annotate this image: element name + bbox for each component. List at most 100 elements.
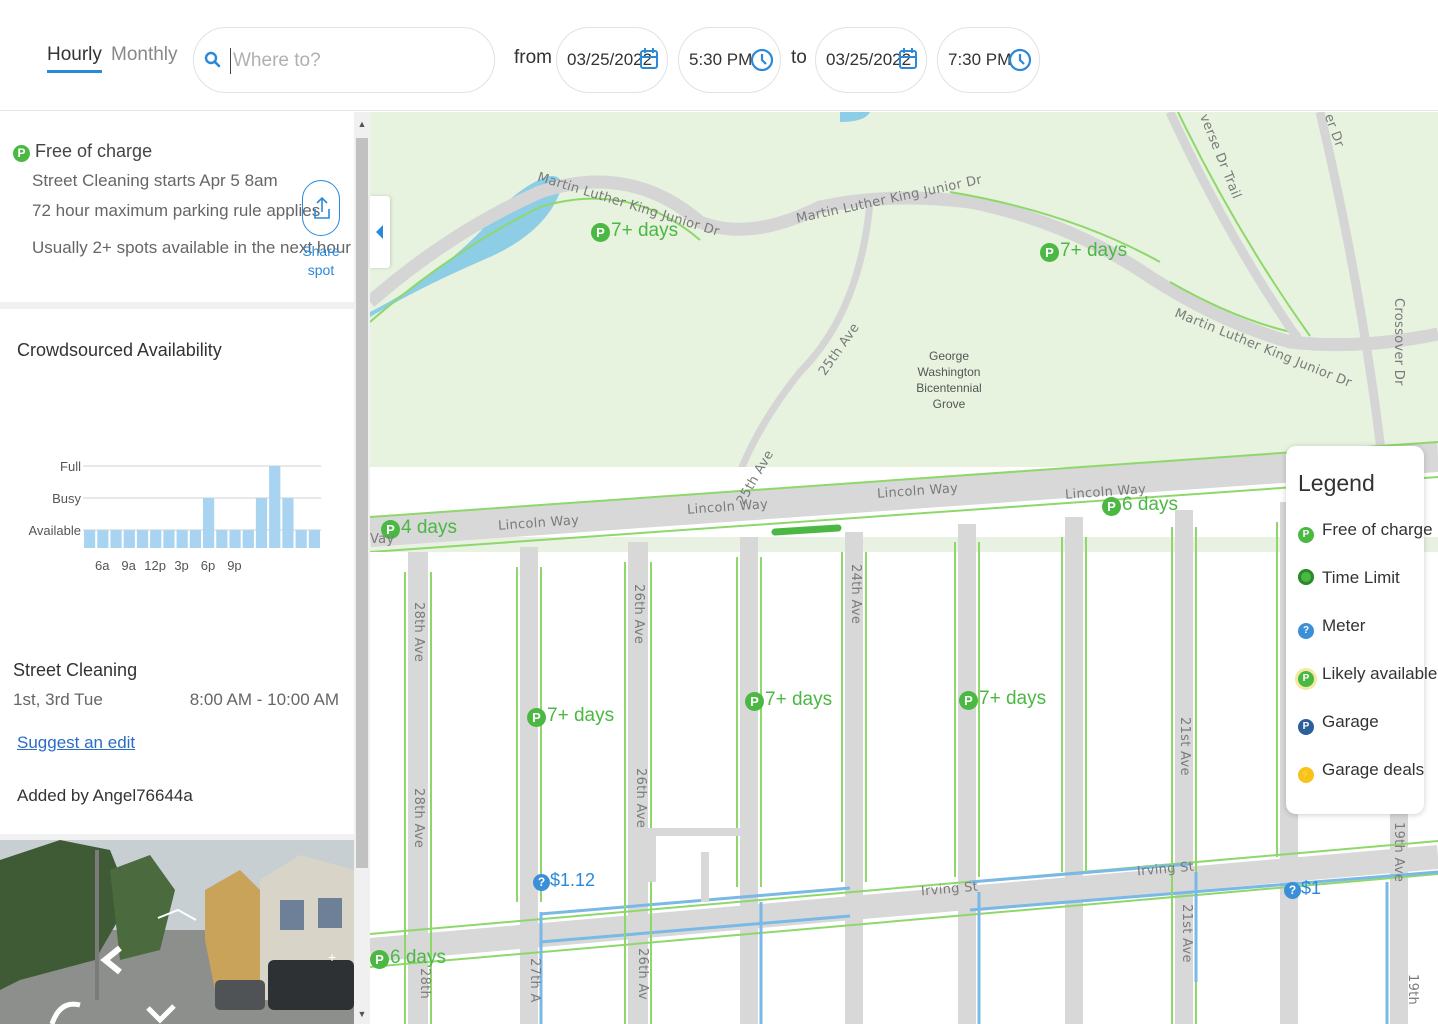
- meter-icon: ?: [1298, 623, 1314, 639]
- tab-monthly[interactable]: Monthly: [111, 44, 178, 66]
- parking-duration: 4 days: [401, 517, 457, 538]
- share-spot-label[interactable]: Share spot: [298, 242, 344, 280]
- scroll-down-button[interactable]: ▼: [354, 1006, 370, 1022]
- parking-duration: 7+ days: [765, 689, 833, 710]
- street-label: 28th Ave: [411, 788, 426, 849]
- street-label: Vay: [370, 532, 395, 547]
- street-label: 26th Av: [635, 948, 650, 1000]
- parking-label[interactable]: P 7+ days: [527, 705, 614, 727]
- start-time-value: 5:30 PM: [689, 50, 753, 69]
- from-label: from: [514, 47, 552, 68]
- street-label: 21st Ave: [1179, 904, 1194, 963]
- chart-tick-label: 6p: [201, 558, 215, 572]
- search-box[interactable]: [193, 27, 495, 93]
- street-label: 21st Ave: [1177, 717, 1192, 776]
- chart-level-label: Busy: [52, 491, 81, 506]
- search-icon: [204, 51, 221, 68]
- poi-label: George Washington Bicentennial Grove: [904, 348, 994, 412]
- availability-chart: Available Busy Full 6a 9a 12p 3p 6p 9p: [28, 459, 321, 572]
- legend-item-label: Time Limit: [1322, 568, 1400, 587]
- map-view[interactable]: P 7+ days P 7+ days P4 days P6 days P 7+ da…: [370, 112, 1438, 1024]
- legend-item: P Garage: [1298, 712, 1379, 735]
- chart-bar: [97, 530, 109, 548]
- calendar-icon: [899, 48, 917, 69]
- scroll-up-button[interactable]: ▲: [354, 116, 370, 132]
- rule-note: 72 hour maximum parking rule applies: [32, 201, 321, 220]
- pricing-text: Free of charge: [35, 141, 153, 161]
- free-parking-icon: P: [1040, 243, 1059, 262]
- chart-level-label: Available: [28, 523, 81, 538]
- parking-duration: 6 days: [390, 947, 446, 968]
- street-label: Crossover Dr: [1391, 298, 1406, 386]
- end-time-value: 7:30 PM: [948, 50, 1012, 69]
- meter-icon: ?: [533, 874, 550, 891]
- legend-item: P Free of charge: [1298, 520, 1433, 543]
- free-parking-icon: P: [745, 692, 764, 711]
- scroll-thumb[interactable]: [356, 138, 368, 868]
- meter-icon: ?: [1284, 882, 1301, 899]
- street-cleaning-hours: 8:00 AM - 10:00 AM: [189, 690, 339, 709]
- chart-tick-label: 6a: [95, 558, 110, 572]
- chart-bar: [176, 530, 188, 548]
- street-view-image: +: [0, 840, 354, 1024]
- meter-label[interactable]: ? $1: [1284, 878, 1321, 899]
- suggest-edit-link[interactable]: Suggest an edit: [17, 733, 135, 753]
- availability-title: Crowdsourced Availability: [17, 340, 222, 360]
- clock-icon: [1008, 48, 1032, 72]
- calendar-icon: [640, 48, 658, 69]
- chart-bar: [216, 530, 228, 548]
- legend-item: ? Meter: [1298, 616, 1365, 639]
- end-date-picker[interactable]: 03/25/2022: [815, 27, 927, 93]
- parking-duration: 7+ days: [1060, 240, 1128, 261]
- street-label: 19th Ave: [1391, 822, 1406, 883]
- end-time-picker[interactable]: 7:30 PM: [937, 27, 1040, 93]
- time-limit-icon: [1298, 569, 1314, 585]
- poi-line: Grove: [932, 397, 966, 411]
- chart-level-label: Full: [60, 459, 81, 474]
- start-time-picker[interactable]: 5:30 PM: [678, 27, 781, 93]
- legend-item-label: Garage: [1322, 712, 1379, 731]
- street-label: 28th: [417, 968, 432, 1000]
- street-label: 26th Ave: [631, 584, 646, 645]
- search-input[interactable]: [230, 48, 480, 74]
- free-parking-icon: P: [13, 145, 30, 162]
- street-view-photo[interactable]: +: [0, 840, 354, 1024]
- chart-bar: [255, 498, 268, 548]
- chart-bar: [163, 530, 175, 548]
- pricing-row: P Free of charge: [13, 141, 152, 162]
- chevron-left-icon: [376, 225, 383, 239]
- parking-label[interactable]: P 7+ days: [745, 689, 832, 711]
- meter-price: $1.12: [550, 870, 596, 890]
- to-label: to: [791, 47, 807, 68]
- parking-label[interactable]: P6 days: [370, 947, 446, 969]
- panel-scrollbar[interactable]: ▲ ▼: [354, 112, 370, 1024]
- top-bar: Hourly Monthly from 03/25/2022 5:30 PM t…: [0, 0, 1438, 111]
- cleaning-note: Street Cleaning starts Apr 5 8am: [32, 171, 278, 190]
- clock-icon: [750, 48, 774, 72]
- poi-line: Bicentennial: [916, 381, 982, 395]
- chart-bar: [203, 498, 215, 548]
- chart-bar: [308, 530, 320, 548]
- chart-tick-label: 9a: [121, 558, 136, 572]
- likely-available-icon: P: [1298, 671, 1314, 687]
- meter-label[interactable]: ? $1.12: [533, 870, 595, 891]
- legend-item-label: Meter: [1322, 616, 1366, 635]
- free-parking-icon: P: [959, 691, 978, 710]
- parking-label[interactable]: P 7+ days: [1040, 240, 1127, 262]
- meter-price: $1: [1301, 878, 1322, 898]
- parking-label[interactable]: P 7+ days: [959, 688, 1046, 710]
- collapse-panel-button[interactable]: [370, 196, 390, 268]
- free-parking-icon: P: [527, 708, 546, 727]
- street-cleaning-title: Street Cleaning: [13, 660, 138, 680]
- svg-text:+: +: [328, 949, 336, 965]
- tab-hourly[interactable]: Hourly: [47, 44, 102, 73]
- chart-bar: [150, 530, 162, 548]
- chart-bar: [189, 530, 201, 548]
- map-legend: Legend P Free of charge Time Limit ? Meter…: [1286, 446, 1437, 814]
- chart-bar: [295, 530, 307, 548]
- street-label: 19th: [1405, 974, 1420, 1006]
- chart-tick-label: 9p: [227, 558, 241, 572]
- share-spot-button[interactable]: [302, 180, 340, 236]
- start-date-picker[interactable]: 03/25/2022: [556, 27, 668, 93]
- street-label: 27th A: [527, 958, 542, 1003]
